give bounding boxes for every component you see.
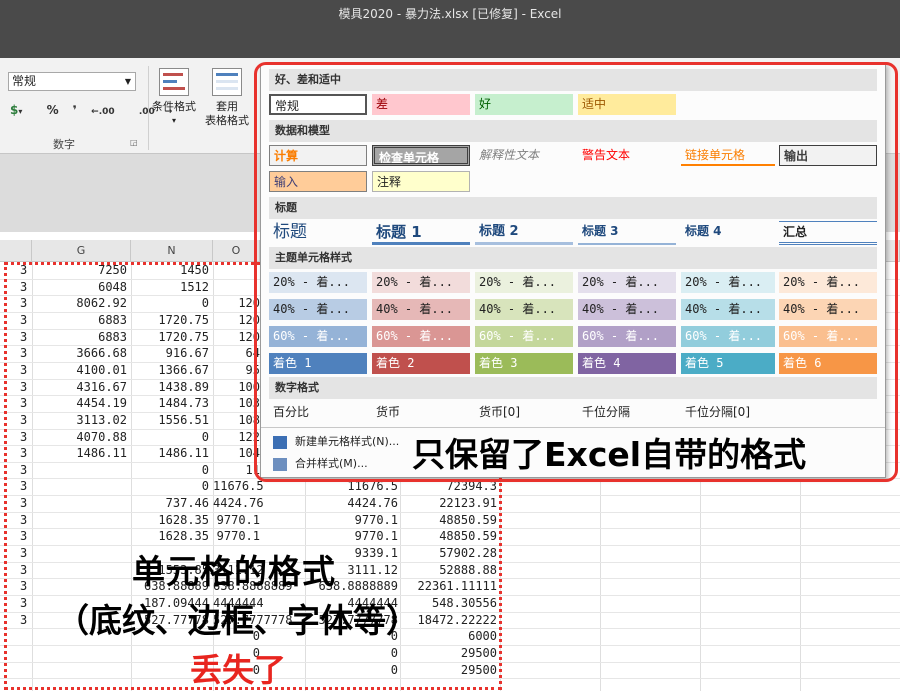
- cell-format-detail-caption: （底纹、边框、字体等）: [56, 601, 419, 640]
- group-divider: [148, 66, 149, 150]
- format-as-table-button[interactable]: 套用 表格格式: [205, 68, 249, 128]
- table-format-icon: [212, 68, 242, 96]
- conditional-format-icon: [159, 68, 189, 96]
- table-format-label-2: 表格格式: [205, 114, 249, 127]
- column-header-o[interactable]: O: [213, 240, 260, 262]
- chevron-down-icon: ▼: [124, 77, 131, 86]
- number-group-label: 数字: [53, 138, 75, 151]
- column-header-g[interactable]: G: [32, 240, 131, 262]
- window-title: 模具2020 - 暴力法.xlsx [已修复] - Excel: [338, 7, 562, 21]
- conditional-format-label: 条件格式: [152, 100, 196, 113]
- conditional-format-button[interactable]: 条件格式 ▾: [152, 68, 196, 128]
- number-format-value: 常规: [12, 74, 37, 88]
- column-header-blank: [0, 240, 32, 262]
- comma-button[interactable]: ❜: [73, 103, 77, 117]
- cell-format-caption: 单元格的格式: [132, 552, 336, 591]
- gallery-highlight-ring: [254, 62, 898, 482]
- dialog-launcher-icon[interactable]: ◲: [130, 138, 138, 147]
- accounting-format-icon[interactable]: $▾: [10, 103, 32, 117]
- table-format-label-1: 套用: [216, 100, 238, 113]
- number-format-dropdown[interactable]: 常规 ▼: [8, 72, 136, 91]
- chevron-down-icon: ▾: [171, 116, 176, 125]
- excel-only-caption: 只保留了Excel自带的格式: [412, 435, 807, 474]
- column-header-n[interactable]: N: [131, 240, 213, 262]
- percent-button[interactable]: %: [47, 103, 59, 117]
- increase-decimal-button[interactable]: ←.00: [91, 107, 125, 117]
- lost-caption: 丢失了: [190, 651, 287, 689]
- title-bar: 模具2020 - 暴力法.xlsx [已修复] - Excel: [0, 0, 900, 58]
